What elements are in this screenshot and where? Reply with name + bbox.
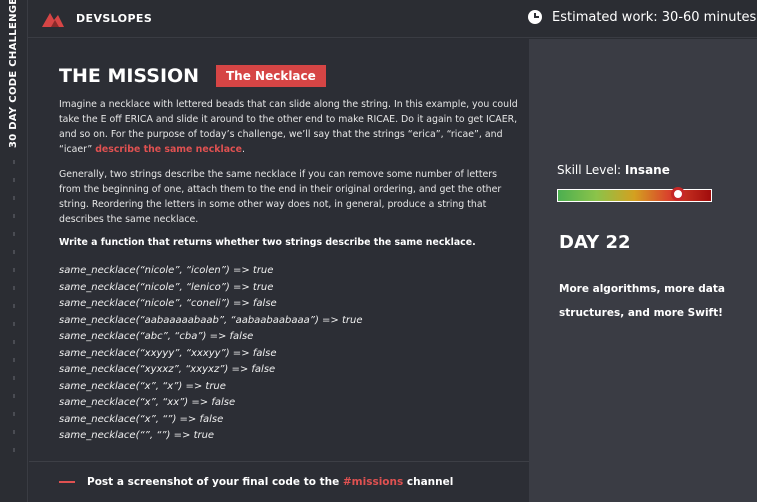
skill-level-label: Skill Level: Insane [557,163,670,177]
example-line: same_necklace(“aabaaaaabaab”, “aabaabaab… [59,314,363,326]
missions-channel-link[interactable]: #missions [343,476,403,488]
example-line: same_necklace(“”, “”) => true [59,430,215,441]
brand-name[interactable]: DEVSLOPES [76,12,152,25]
same-necklace-link[interactable]: describe the same necklace [95,144,242,155]
day-number: DAY 22 [559,232,631,253]
example-line: same_necklace(“nicole”, “lenico”) => tru… [59,281,274,293]
devslopes-logo-icon[interactable] [42,11,64,27]
mission-intro: Imagine a necklace with lettered beads t… [59,99,518,155]
left-rail: 30 DAY CODE CHALLENGE [0,0,28,502]
challenge-name-badge: The Necklace [216,65,326,87]
example-line: same_necklace(“abc”, “cba”) => false [59,331,254,342]
skill-level-bar [557,189,712,202]
dash-icon [59,481,75,483]
challenge-vertical-label: 30 DAY CODE CHALLENGE [8,0,19,148]
estimated-work: Estimated work: 30-60 minutes [552,10,757,25]
skill-level-value: Insane [624,163,670,177]
mission-title: THE MISSION [59,65,200,87]
mission-task: Write a function that returns whether tw… [59,237,476,248]
example-line: same_necklace(“xxyyy”, “xxxyy”) => false [59,347,277,359]
example-line: same_necklace(“x”, “xx”) => false [59,397,236,408]
mission-panel: THE MISSION The Necklace Imagine a neckl… [29,39,529,502]
skill-level-marker [670,187,685,201]
footer-instruction: Post a screenshot of your final code to … [59,476,453,488]
info-panel: Skill Level: Insane DAY 22 More algorith… [529,39,757,502]
footer-divider [29,461,529,462]
top-bar: DEVSLOPES Estimated work: 30-60 minutes [28,0,757,38]
example-line: same_necklace(“xyxxz”, “xxyxz”) => false [59,364,276,375]
example-line: same_necklace(“nicole”, “coneli”) => fal… [59,298,277,309]
example-line: same_necklace(“x”, “”) => false [59,413,224,425]
clock-icon [528,10,542,24]
examples-list: same_necklace(“nicole”, “icolen”) => tru… [59,263,521,445]
example-line: same_necklace(“x”, “x”) => true [59,380,226,392]
rail-progress-dots [13,160,15,500]
day-description: More algorithms, more data structures, a… [559,283,725,319]
example-line: same_necklace(“nicole”, “icolen”) => tru… [59,265,274,276]
mission-definition: Generally, two strings describe the same… [59,169,502,225]
